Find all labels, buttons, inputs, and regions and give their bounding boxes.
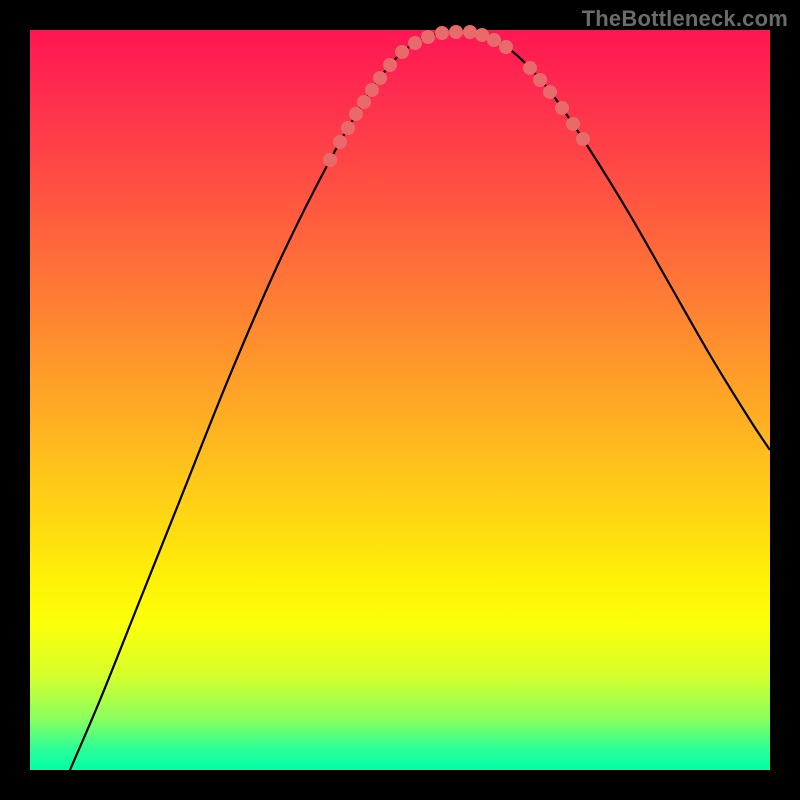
curve-marker <box>543 85 557 99</box>
curve-marker <box>341 121 355 135</box>
curve-marker <box>475 28 489 42</box>
curve-marker <box>499 40 513 54</box>
curve-marker <box>357 95 371 109</box>
curve-markers <box>323 25 590 167</box>
curve-marker <box>576 132 590 146</box>
curve-marker <box>373 71 387 85</box>
curve-marker <box>365 83 379 97</box>
curve-marker <box>383 58 397 72</box>
curve-marker <box>435 26 449 40</box>
curve-marker <box>323 153 337 167</box>
curve-marker <box>566 117 580 131</box>
curve-marker <box>449 25 463 39</box>
watermark-label: TheBottleneck.com <box>582 6 788 32</box>
curve-marker <box>533 73 547 87</box>
curve-marker <box>487 33 501 47</box>
bottleneck-curve <box>70 31 770 770</box>
curve-marker <box>421 30 435 44</box>
curve-marker <box>555 101 569 115</box>
curve-marker <box>523 61 537 75</box>
curve-marker <box>395 45 409 59</box>
curve-marker <box>408 36 422 50</box>
curve-marker <box>463 25 477 39</box>
curve-marker <box>349 107 363 121</box>
curve-marker <box>333 135 347 149</box>
curve-svg <box>30 30 770 770</box>
